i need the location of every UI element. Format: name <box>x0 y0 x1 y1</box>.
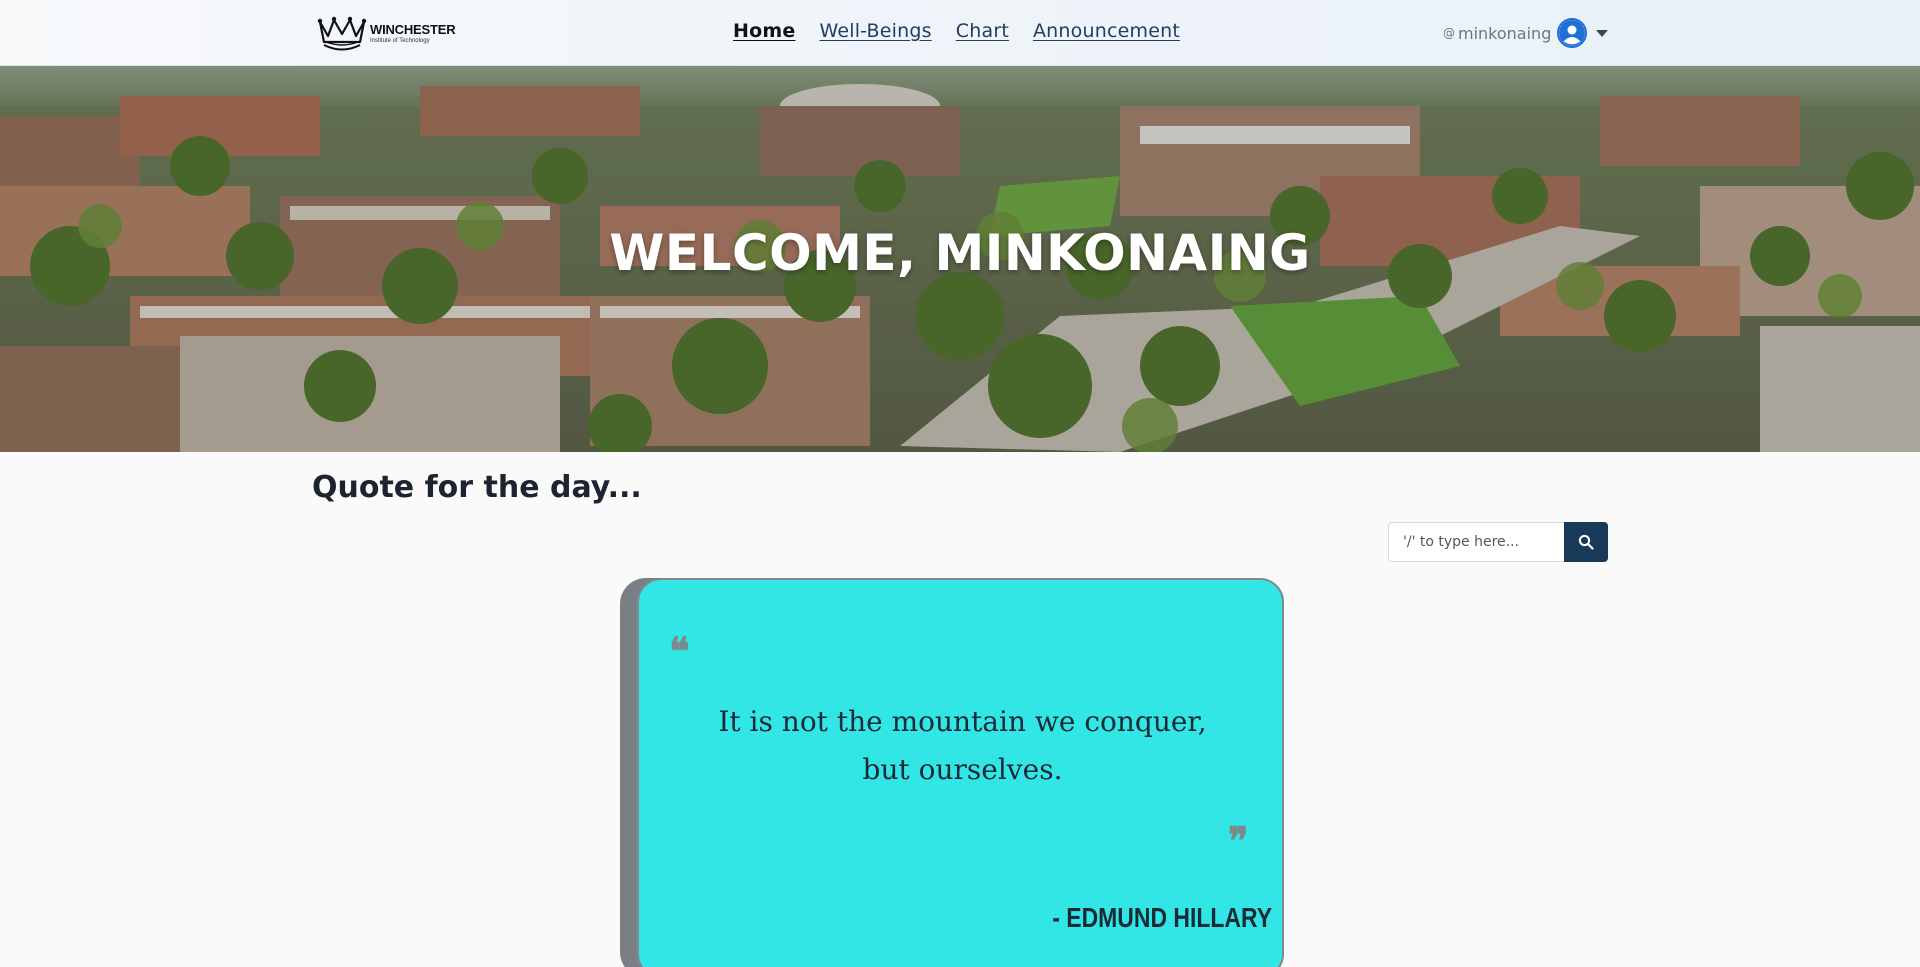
search-icon <box>1578 534 1594 550</box>
brand-name: WINCHESTER <box>370 21 456 37</box>
brand-logo[interactable]: WINCHESTER Institute of Technology <box>316 14 456 52</box>
main-nav: Home Well-Beings Chart Announcement <box>733 20 1180 42</box>
quote-close-icon: ❞ <box>1228 818 1249 863</box>
brand-subtitle: Institute of Technology <box>370 37 430 44</box>
quote-author: - EDMUND HILLARY <box>1052 902 1272 933</box>
nav-link-well-beings[interactable]: Well-Beings <box>819 20 931 42</box>
username: minkonaing <box>1458 23 1552 43</box>
quote-section-title: Quote for the day... <box>312 470 642 505</box>
user-circle-icon[interactable] <box>1557 18 1588 48</box>
caret-down-icon[interactable] <box>1596 29 1609 37</box>
crown-icon <box>317 16 367 51</box>
hero-banner: WELCOME, MINKONAING <box>0 66 1920 452</box>
nav-link-chart[interactable]: Chart <box>956 20 1009 42</box>
brand-text: WINCHESTER Institute of Technology <box>370 21 456 44</box>
search-button[interactable] <box>1564 522 1608 562</box>
quote-text: It is not the mountain we conquer, but o… <box>718 705 1207 786</box>
search-input[interactable] <box>1388 522 1564 562</box>
quote-card: ❝ It is not the mountain we conquer, but… <box>637 578 1284 967</box>
top-navbar: WINCHESTER Institute of Technology Home … <box>0 0 1920 66</box>
nav-link-announcement[interactable]: Announcement <box>1033 20 1180 42</box>
user-menu[interactable]: @ minkonaing <box>1443 18 1609 48</box>
nav-link-home[interactable]: Home <box>733 20 795 42</box>
quote-search <box>1388 522 1608 562</box>
quote-open-icon: ❝ <box>669 628 690 673</box>
at-symbol: @ <box>1443 26 1455 40</box>
welcome-title: WELCOME, MINKONAING <box>609 224 1311 282</box>
